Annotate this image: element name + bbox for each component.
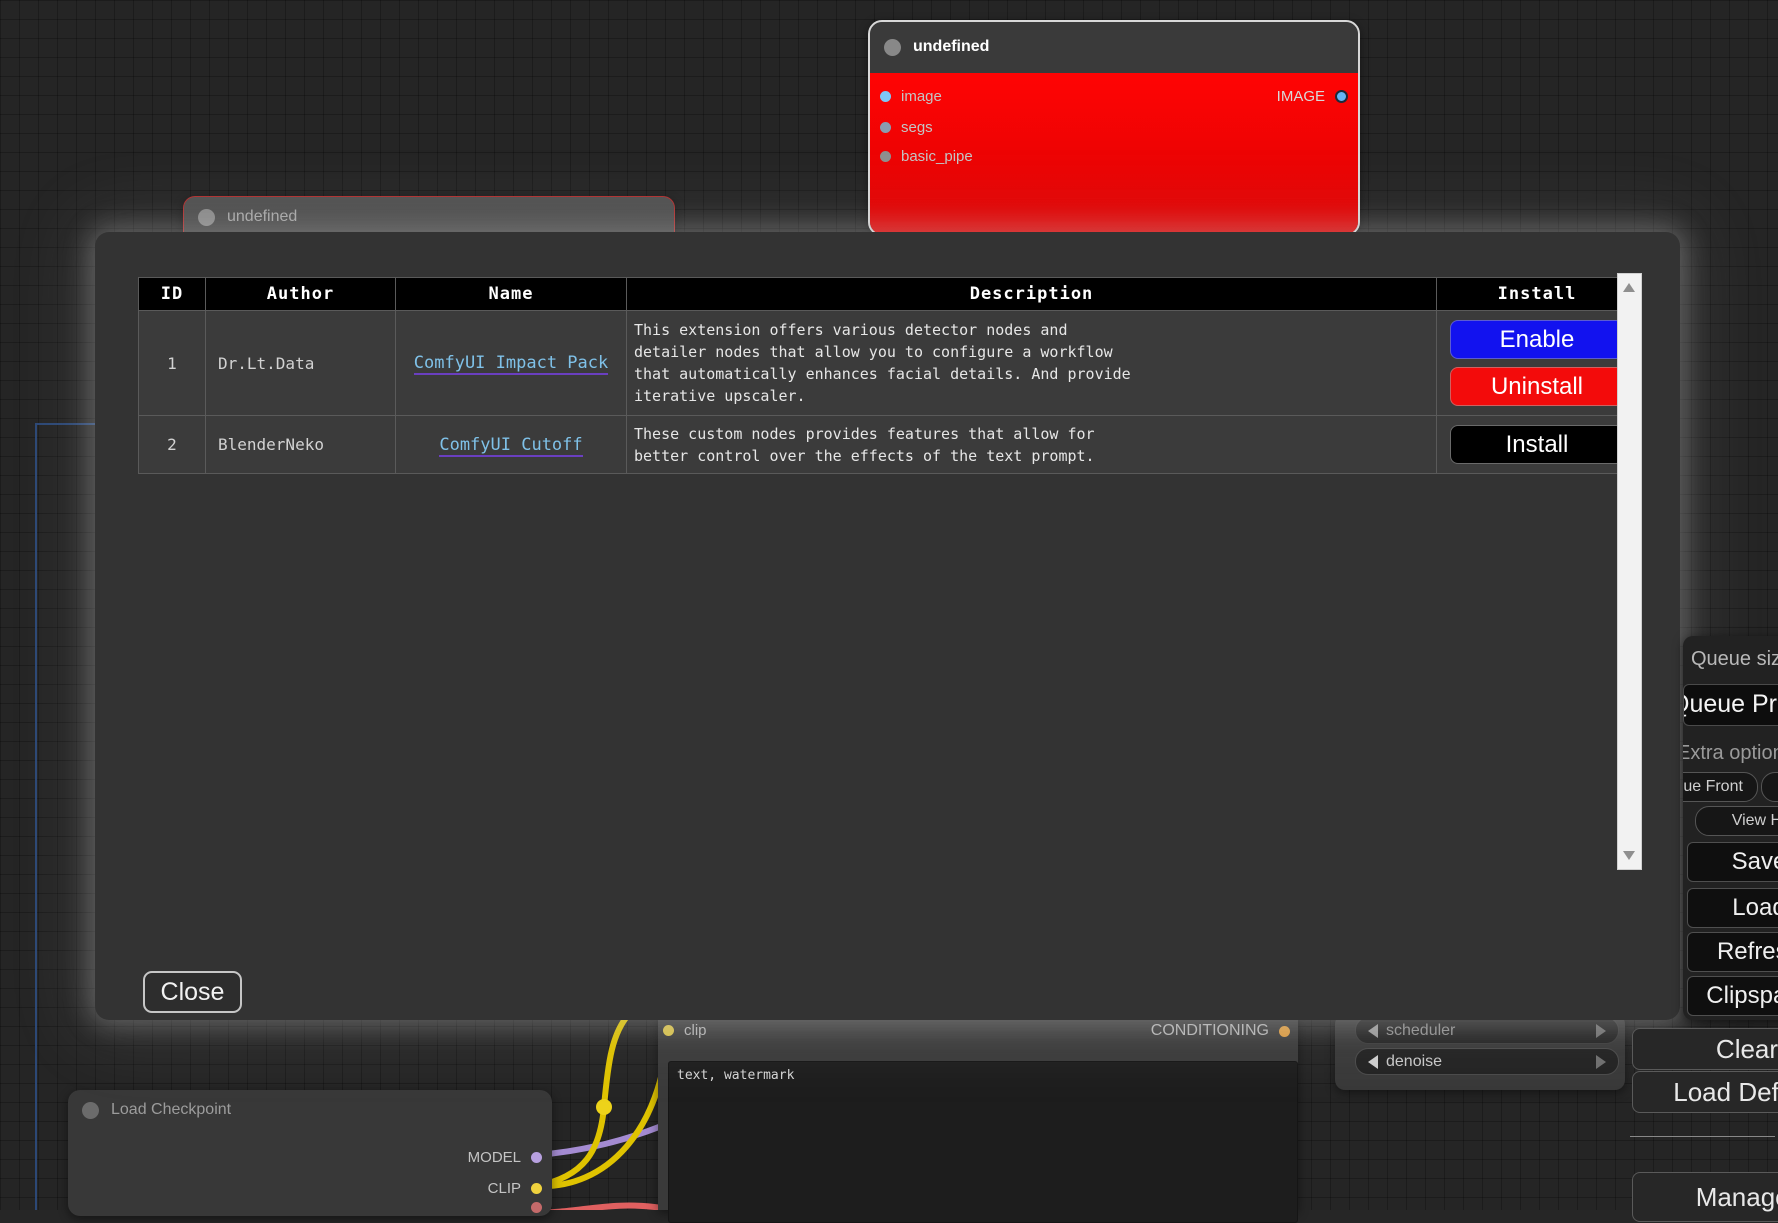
header-id: ID — [138, 277, 206, 311]
widget-label: denoise — [1386, 1052, 1443, 1070]
conditioning-output-dot[interactable] — [1279, 1025, 1290, 1037]
load-button[interactable]: Load — [1687, 888, 1778, 928]
cell-author: Dr.Lt.Data — [205, 310, 396, 416]
clip-output-dot[interactable] — [531, 1183, 542, 1194]
vae-output-dot[interactable] — [531, 1202, 542, 1213]
uninstall-button[interactable]: Uninstall — [1450, 367, 1624, 406]
output-slot-clip: CLIP — [488, 1180, 542, 1197]
header-description: Description — [626, 277, 1437, 311]
cell-name: ComfyUI Impact Pack — [395, 310, 627, 416]
extensions-table: ID Author Name Description Install 1 Dr.… — [138, 277, 1638, 474]
refresh-button[interactable]: Refresh — [1687, 932, 1778, 972]
header-author: Author — [205, 277, 396, 311]
node-header[interactable]: Load Checkpoint — [68, 1090, 552, 1130]
queue-front-button[interactable]: Queue Front — [1683, 772, 1758, 802]
scroll-down-icon[interactable] — [1623, 851, 1635, 860]
node-title: Load Checkpoint — [111, 1101, 232, 1118]
scroll-up-icon[interactable] — [1623, 283, 1635, 292]
arrow-right-icon[interactable] — [1596, 1054, 1606, 1069]
close-button[interactable]: Close — [143, 971, 242, 1013]
view-queue-button[interactable] — [1761, 772, 1778, 802]
collapse-dot-icon[interactable] — [82, 1101, 99, 1119]
queue-prompt-label: Queue Prompt — [1684, 690, 1778, 718]
segs-input-dot[interactable] — [880, 122, 891, 133]
cell-name: ComfyUI Cutoff — [395, 415, 627, 474]
scheduler-widget[interactable]: scheduler — [1355, 1017, 1619, 1044]
table-row: 1 Dr.Lt.Data ComfyUI Impact Pack This ex… — [138, 310, 1638, 416]
clear-button[interactable]: Clear — [1632, 1028, 1778, 1070]
widget-label: scheduler — [1386, 1021, 1456, 1039]
collapse-dot-icon[interactable] — [884, 38, 901, 56]
cell-id: 2 — [138, 415, 206, 474]
slot-label: IMAGE — [1276, 88, 1325, 105]
input-slot-image: image — [880, 88, 942, 105]
slot-label: image — [901, 88, 942, 105]
install-button[interactable]: Install — [1450, 425, 1624, 464]
cell-install: Enable Uninstall — [1436, 310, 1638, 416]
collapse-dot-icon[interactable] — [198, 208, 215, 226]
enable-button[interactable]: Enable — [1450, 320, 1624, 359]
node-undefined-hidden[interactable]: undefined — [183, 196, 675, 237]
output-slot-conditioning: CONDITIONING — [1151, 1022, 1290, 1040]
queue-size-label: Queue size: — [1691, 648, 1778, 670]
node-clip-text-encode[interactable]: clip CONDITIONING text, watermark — [658, 1012, 1298, 1223]
slot-label: CLIP — [487, 1180, 521, 1197]
manager-button[interactable]: Manager — [1632, 1172, 1778, 1222]
slot-label: segs — [901, 119, 933, 136]
node-undefined-error[interactable]: undefined image segs basic_pipe IMAGE — [868, 20, 1360, 236]
arrow-left-icon[interactable] — [1368, 1054, 1378, 1069]
cell-install: Install — [1436, 415, 1638, 474]
slot-label: MODEL — [467, 1149, 521, 1166]
input-slot-clip: clip — [663, 1022, 707, 1039]
menu-divider — [1630, 1136, 1775, 1137]
output-slot-image: IMAGE — [1277, 88, 1348, 105]
node-title: undefined — [913, 38, 990, 55]
cell-description: These custom nodes provides features tha… — [626, 415, 1437, 474]
custom-nodes-manager-dialog: ID Author Name Description Install 1 Dr.… — [95, 232, 1680, 1020]
model-output-dot[interactable] — [531, 1152, 542, 1163]
cell-author: BlenderNeko — [205, 415, 396, 474]
extension-link[interactable]: ComfyUI Impact Pack — [413, 353, 609, 375]
table-scrollbar[interactable] — [1617, 273, 1642, 870]
view-history-button[interactable]: View History — [1695, 806, 1778, 836]
load-default-button[interactable]: Load Default — [1632, 1071, 1778, 1113]
output-slot-vae — [531, 1202, 542, 1213]
node-header[interactable]: undefined — [184, 197, 674, 237]
header-name: Name — [395, 277, 627, 311]
clip-input-dot[interactable] — [663, 1025, 674, 1036]
header-install: Install — [1436, 277, 1638, 311]
arrow-right-icon[interactable] — [1596, 1023, 1606, 1038]
comfy-menu-panel: Queue size: Queue Prompt Extra options Q… — [1683, 636, 1778, 1020]
image-output-dot[interactable] — [1335, 90, 1348, 103]
table-header-row: ID Author Name Description Install — [138, 277, 1638, 311]
denoise-widget[interactable]: denoise — [1355, 1048, 1619, 1075]
save-button[interactable]: Save — [1687, 842, 1778, 882]
extra-options-label: Extra options — [1683, 742, 1778, 764]
slot-label: clip — [684, 1022, 707, 1039]
cell-description: This extension offers various detector n… — [626, 310, 1437, 416]
queue-prompt-button[interactable]: Queue Prompt — [1683, 684, 1778, 726]
arrow-left-icon[interactable] — [1368, 1023, 1378, 1038]
slot-label: CONDITIONING — [1150, 1022, 1269, 1039]
prompt-textarea[interactable]: text, watermark — [668, 1061, 1298, 1223]
node-title: undefined — [227, 208, 298, 225]
input-slot-segs: segs — [880, 119, 933, 136]
node-ksampler[interactable]: scheduler denoise — [1335, 1014, 1625, 1090]
node-header[interactable]: undefined — [870, 22, 1358, 72]
image-input-dot[interactable] — [880, 91, 891, 102]
output-slot-model: MODEL — [468, 1149, 542, 1166]
node-load-checkpoint[interactable]: Load Checkpoint MODEL CLIP — [68, 1090, 552, 1216]
slot-label: basic_pipe — [901, 148, 973, 165]
extension-link[interactable]: ComfyUI Cutoff — [439, 434, 583, 457]
table-row: 2 BlenderNeko ComfyUI Cutoff These custo… — [138, 415, 1638, 474]
clipspace-button[interactable]: Clipspace — [1687, 976, 1778, 1016]
cell-id: 1 — [138, 310, 206, 416]
basic-pipe-input-dot[interactable] — [880, 151, 891, 162]
input-slot-basic-pipe: basic_pipe — [880, 148, 973, 165]
